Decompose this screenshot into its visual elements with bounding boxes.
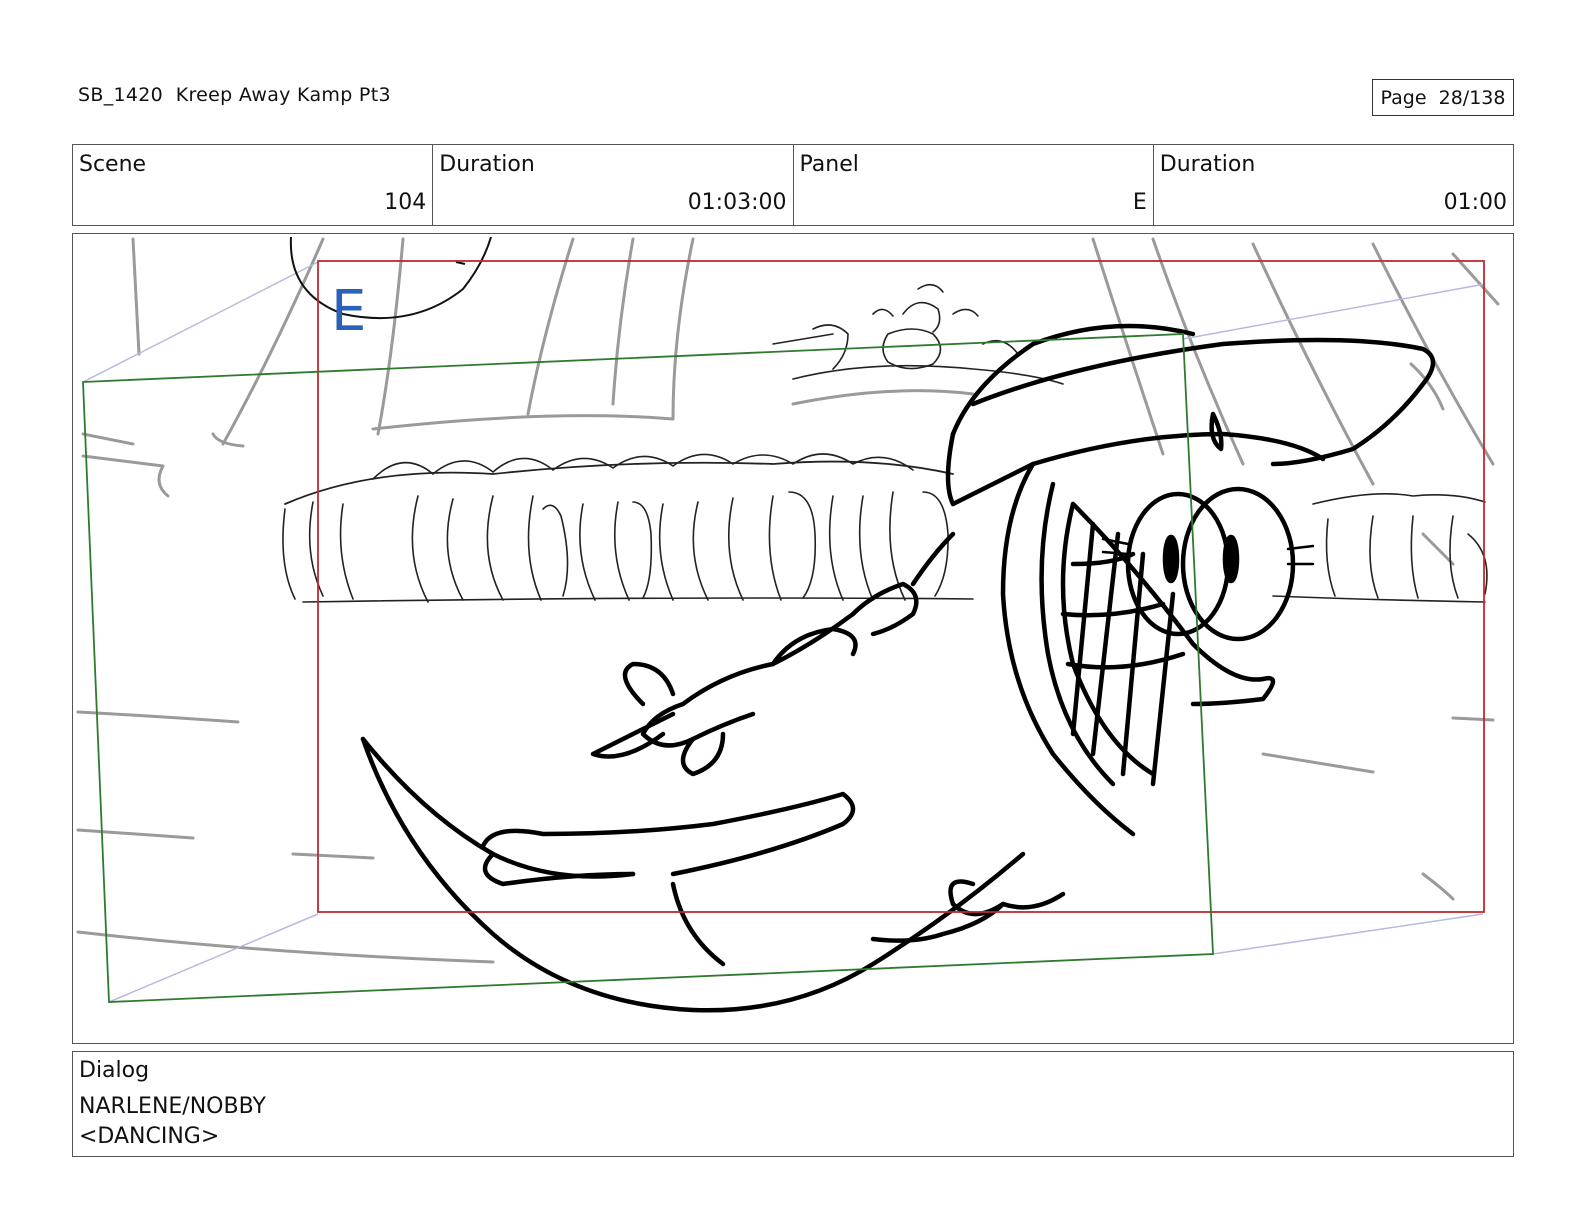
scene-value: 104	[384, 190, 427, 215]
panel-info-row: Scene 104 Duration 01:03:00 Panel E Dura…	[72, 144, 1514, 226]
dialog-label: Dialog	[79, 1058, 150, 1083]
panel-cell: Panel E	[794, 145, 1154, 225]
scene-duration-cell: Duration 01:03:00	[433, 145, 794, 225]
panel-duration-cell: Duration 01:00	[1154, 145, 1513, 225]
scene-duration-label: Duration	[439, 152, 535, 177]
page-indicator: Page 28/138	[1372, 79, 1514, 116]
panel-value: E	[1132, 190, 1147, 215]
scene-label: Scene	[79, 152, 147, 177]
page-label: Page	[1380, 86, 1427, 109]
scene-duration-value: 01:03:00	[687, 190, 787, 215]
page-number: 28/138	[1438, 86, 1506, 109]
document-title: SB_1420 Kreep Away Kamp Pt3	[78, 84, 391, 106]
scene-cell: Scene 104	[73, 145, 434, 225]
dialog-character: NARLENE/NOBBY	[79, 1094, 266, 1119]
panel-duration-label: Duration	[1159, 152, 1256, 177]
dialog-box: Dialog NARLENE/NOBBY <DANCING>	[72, 1051, 1514, 1157]
character-drawing	[360, 323, 1436, 1013]
storyboard-sketch: E	[76, 236, 1500, 1013]
band-sketch	[772, 283, 1064, 385]
panel-label: Panel	[799, 152, 859, 177]
storyboard-frame: E	[72, 233, 1514, 1044]
crowd-sketch	[282, 453, 1488, 603]
panel-marker-letter: E	[331, 279, 366, 344]
panel-duration-value: 01:00	[1443, 190, 1507, 215]
sun-sketch	[289, 236, 492, 320]
dialog-direction: <DANCING>	[79, 1124, 220, 1149]
